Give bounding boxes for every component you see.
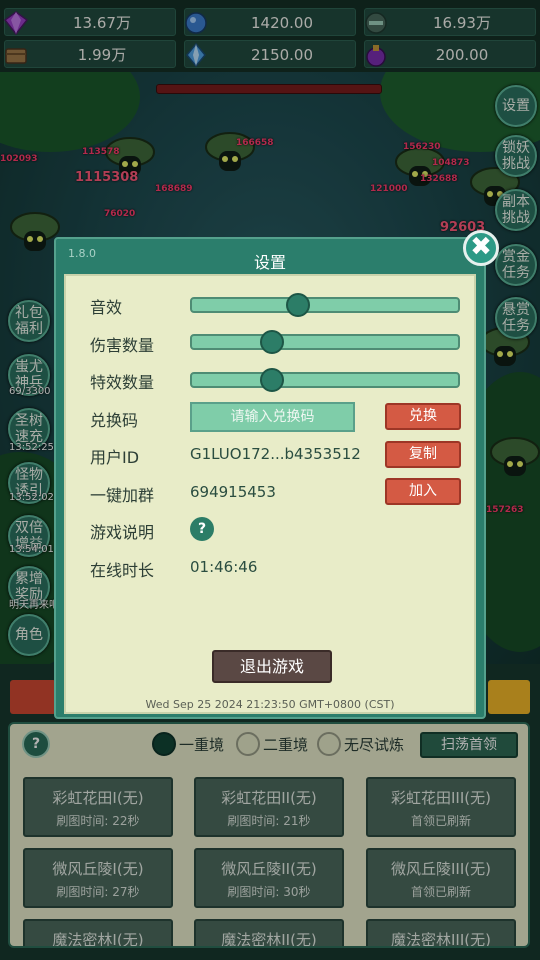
effects-count-label: 特效数量 <box>90 373 155 392</box>
slider-knob[interactable] <box>259 368 284 392</box>
datetime-text: Wed Sep 25 2024 21:23:50 GMT+0800 (CST) <box>145 698 395 711</box>
user-id-label: 用户ID <box>90 448 140 467</box>
redeem-button[interactable]: 兑换 <box>385 403 461 430</box>
slider-knob[interactable] <box>286 293 311 317</box>
effects-count-slider[interactable] <box>190 368 460 392</box>
exit-game-button[interactable]: 退出游戏 <box>212 650 332 683</box>
settings-dialog: 1.8.0 设置 ✖ 音效 伤害数量 特效数量 兑换码 请输入兑换码 兑换 用户… <box>54 230 499 719</box>
online-time-label: 在线时长 <box>90 561 155 580</box>
user-id-value: G1LUO172...b4353512 <box>190 445 361 463</box>
redeem-label: 兑换码 <box>90 411 139 430</box>
damage-count-slider[interactable] <box>190 330 460 354</box>
copy-button[interactable]: 复制 <box>385 441 461 468</box>
close-icon[interactable]: ✖ <box>463 230 499 266</box>
online-time-value: 01:46:46 <box>190 558 258 576</box>
dialog-body: 音效 伤害数量 特效数量 兑换码 请输入兑换码 兑换 用户ID G1LUO172… <box>64 274 476 714</box>
sound-label: 音效 <box>90 298 123 317</box>
sound-slider[interactable] <box>190 293 460 317</box>
redeem-code-input[interactable]: 请输入兑换码 <box>190 402 355 432</box>
help-icon[interactable]: ? <box>190 517 214 541</box>
game-help-label: 游戏说明 <box>90 523 155 542</box>
slider-knob[interactable] <box>259 330 284 354</box>
dialog-title: 设置 <box>253 253 286 272</box>
join-button[interactable]: 加入 <box>385 478 461 505</box>
join-group-label: 一键加群 <box>90 486 155 505</box>
damage-count-label: 伤害数量 <box>90 336 155 355</box>
group-number: 694915453 <box>190 483 276 501</box>
